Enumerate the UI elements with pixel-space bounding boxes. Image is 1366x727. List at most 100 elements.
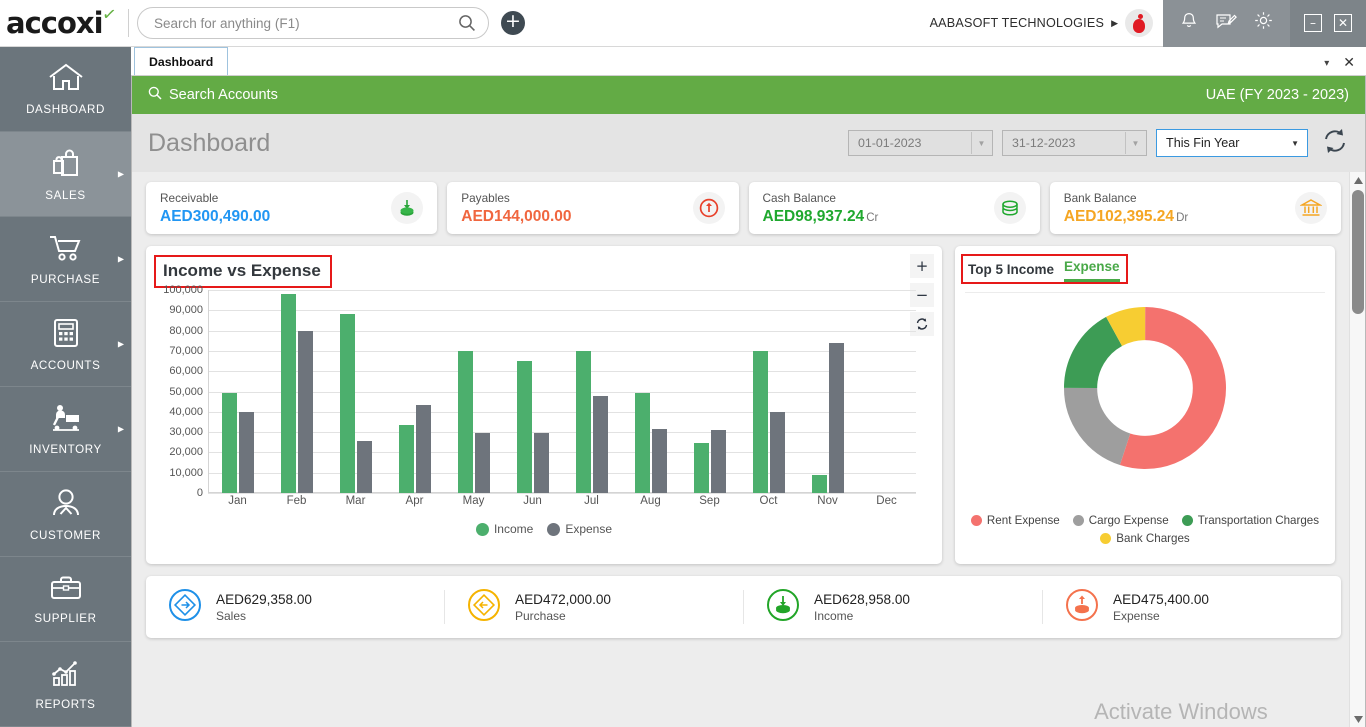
top-bar: accoxi ✓ + AABASOFT TECHNOLOGIES ▶ (0, 0, 1366, 47)
legend-item[interactable]: Transportation Charges (1182, 514, 1319, 527)
legend-item[interactable]: Expense (547, 522, 612, 536)
avatar[interactable] (1125, 9, 1153, 37)
kpi-value: AED300,490.00 (160, 208, 270, 226)
bar-income-may[interactable] (458, 351, 473, 493)
x-axis-tick-label: Apr (385, 495, 444, 515)
legend-item[interactable]: Bank Charges (1100, 532, 1189, 545)
chevron-down-icon[interactable]: ▼ (1125, 132, 1145, 154)
period-select[interactable]: This Fin Year ▼ (1156, 129, 1308, 157)
sidebar-item-reports[interactable]: REPORTS (0, 642, 131, 727)
windows-activation-watermark: Activate Windows Go to Settings to activ… (1094, 699, 1323, 727)
summary-expense[interactable]: AED475,400.00 Expense (1043, 590, 1341, 624)
zoom-in-button[interactable]: + (910, 254, 934, 278)
vertical-scrollbar[interactable] (1349, 172, 1365, 727)
close-button[interactable]: ✕ (1334, 14, 1352, 32)
summary-value: AED628,958.00 (814, 592, 910, 607)
sidebar-item-customer[interactable]: CUSTOMER (0, 472, 131, 557)
income-circle-icon (766, 588, 800, 627)
accoxi-logo: accoxi ✓ (0, 9, 128, 38)
bar-expense-mar[interactable] (357, 441, 372, 493)
message-icon[interactable] (1215, 11, 1237, 36)
sidebar-item-label: SALES (45, 189, 85, 202)
bank-icon (1295, 192, 1327, 224)
pay-money-icon (693, 192, 725, 224)
minimize-button[interactable]: – (1304, 14, 1322, 32)
sidebar-item-dashboard[interactable]: DASHBOARD (0, 47, 131, 132)
bar-income-mar[interactable] (340, 314, 355, 493)
sidebar-item-label: SUPPLIER (34, 612, 96, 625)
bar-income-feb[interactable] (281, 294, 296, 493)
bar-expense-feb[interactable] (298, 331, 313, 493)
charts-row: Income vs Expense + − 010 (146, 246, 1341, 564)
sidebar-item-supplier[interactable]: SUPPLIER (0, 557, 131, 642)
search-accounts-button[interactable]: Search Accounts (148, 86, 278, 104)
scrollbar-thumb[interactable] (1352, 190, 1364, 314)
summary-sales[interactable]: AED629,358.00 Sales (146, 590, 445, 624)
sidebar-nav: DASHBOARD SALES ▶ PURCHASE ▶ ACCOUNTS ▶ (0, 47, 131, 727)
sidebar-item-label: DASHBOARD (26, 103, 105, 116)
y-axis-tick-label: 100,000 (158, 284, 203, 296)
bar-income-apr[interactable] (399, 425, 414, 493)
summary-income[interactable]: AED628,958.00 Income (744, 590, 1043, 624)
bar-expense-aug[interactable] (652, 429, 667, 493)
add-new-button[interactable]: + (501, 11, 525, 35)
scroll-up-icon[interactable] (1350, 172, 1365, 188)
kpi-card-cash-balance[interactable]: Cash Balance AED98,937.24Cr (749, 182, 1040, 234)
y-axis-tick-label: 30,000 (158, 426, 203, 438)
bar-expense-nov[interactable] (829, 343, 844, 493)
search-input[interactable] (137, 7, 489, 39)
sidebar-item-sales[interactable]: SALES ▶ (0, 132, 131, 217)
sidebar-item-purchase[interactable]: PURCHASE ▶ (0, 217, 131, 302)
kpi-row: Receivable AED300,490.00 Payables AED144… (146, 182, 1341, 234)
chevron-down-icon[interactable]: ▼ (1291, 139, 1299, 148)
legend-item[interactable]: Rent Expense (971, 514, 1060, 527)
global-search (137, 7, 489, 39)
bar-income-jan[interactable] (222, 393, 237, 493)
sidebar-item-inventory[interactable]: INVENTORY ▶ (0, 387, 131, 472)
refresh-icon[interactable] (1321, 127, 1349, 160)
tab-list-dropdown-icon[interactable]: ▾ (1324, 58, 1329, 69)
sidebar-item-label: INVENTORY (29, 443, 102, 456)
bar-expense-may[interactable] (475, 433, 490, 493)
tab-dashboard[interactable]: Dashboard (134, 47, 228, 75)
bar-expense-jan[interactable] (239, 412, 254, 493)
legend-item[interactable]: Income (476, 522, 533, 536)
date-from-value: 01-01-2023 (858, 136, 921, 150)
sidebar-item-accounts[interactable]: ACCOUNTS ▶ (0, 302, 131, 387)
legend-item[interactable]: Cargo Expense (1073, 514, 1169, 527)
bar-income-aug[interactable] (635, 393, 650, 493)
bar-expense-jun[interactable] (534, 433, 549, 493)
kpi-card-receivable[interactable]: Receivable AED300,490.00 (146, 182, 437, 234)
date-from-field[interactable]: 01-01-2023 ▼ (848, 130, 993, 156)
bell-icon[interactable] (1179, 11, 1199, 36)
bar-expense-jul[interactable] (593, 396, 608, 493)
gear-icon[interactable] (1253, 10, 1274, 36)
chevron-down-icon[interactable]: ▼ (971, 132, 991, 154)
summary-label: Income (814, 609, 910, 623)
kpi-card-bank-balance[interactable]: Bank Balance AED102,395.24Dr (1050, 182, 1341, 234)
x-axis-tick-label: Oct (739, 495, 798, 515)
donut-tabs: Top 5 Income Expense (961, 254, 1128, 284)
summary-purchase[interactable]: AED472,000.00 Purchase (445, 590, 744, 624)
y-axis-tick-label: 80,000 (158, 325, 203, 337)
bar-income-jul[interactable] (576, 351, 591, 493)
bar-expense-oct[interactable] (770, 412, 785, 493)
date-to-field[interactable]: 31-12-2023 ▼ (1002, 130, 1147, 156)
donut-legend: Rent Expense Cargo Expense Transportation … (955, 514, 1335, 550)
bar-income-jun[interactable] (517, 361, 532, 493)
organization-selector[interactable]: AABASOFT TECHNOLOGIES ▶ (930, 9, 1163, 37)
bar-expense-apr[interactable] (416, 405, 431, 493)
y-axis-tick-label: 10,000 (158, 467, 203, 479)
scroll-down-icon[interactable] (1350, 711, 1365, 727)
bar-group (562, 290, 621, 493)
legend-label: Expense (565, 522, 612, 536)
bar-income-nov[interactable] (812, 475, 827, 493)
home-icon (47, 63, 85, 98)
kpi-card-payables[interactable]: Payables AED144,000.00 (447, 182, 738, 234)
bar-expense-sep[interactable] (711, 430, 726, 493)
tab-expense[interactable]: Expense (1064, 259, 1120, 282)
bar-income-sep[interactable] (694, 443, 709, 493)
tab-top5-income[interactable]: Top 5 Income (968, 262, 1054, 282)
bar-income-oct[interactable] (753, 351, 768, 493)
tab-close-icon[interactable]: ✕ (1343, 55, 1355, 71)
